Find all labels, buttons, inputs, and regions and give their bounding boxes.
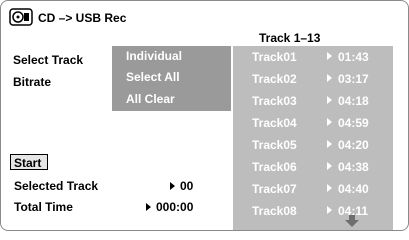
play-triangle-icon [327, 140, 332, 148]
cd-usb-icon [9, 8, 33, 26]
track-name: Track07 [252, 182, 297, 196]
track-name: Track01 [252, 50, 297, 64]
start-button[interactable]: Start [10, 154, 48, 170]
track-row[interactable]: Track08 04:11 [233, 200, 393, 222]
track-row[interactable]: Track06 04:38 [233, 156, 393, 178]
select-track-submenu: Individual Select All All Clear [112, 46, 231, 111]
scroll-down-arrow-icon[interactable] [345, 215, 359, 227]
track-row[interactable]: Track05 04:20 [233, 134, 393, 156]
menu-item-select-track[interactable]: Select Track [10, 49, 110, 71]
play-triangle-icon [327, 118, 332, 126]
track-time: 03:17 [338, 72, 369, 86]
track-name: Track03 [252, 94, 297, 108]
play-triangle-icon [327, 96, 332, 104]
play-triangle-icon [170, 182, 175, 190]
selected-track-value: 00 [180, 179, 194, 193]
track-time: 04:59 [338, 116, 369, 130]
play-triangle-icon [327, 52, 332, 60]
play-triangle-icon [146, 203, 151, 211]
play-triangle-icon [327, 184, 332, 192]
submenu-item-select-all[interactable]: Select All [126, 70, 180, 84]
submenu-item-all-clear[interactable]: All Clear [126, 92, 175, 106]
selected-track-label: Selected Track [14, 179, 99, 193]
track-list: Track01 01:43 Track02 03:17 Track03 04:1… [233, 46, 393, 230]
menu-item-bitrate[interactable]: Bitrate [13, 75, 51, 89]
track-name: Track08 [252, 204, 297, 218]
track-row[interactable]: Track04 04:59 [233, 112, 393, 134]
track-time: 04:18 [338, 94, 369, 108]
track-time: 01:43 [338, 50, 369, 64]
track-name: Track02 [252, 72, 297, 86]
track-range-label: Track 1–13 [259, 31, 321, 45]
track-name: Track05 [252, 138, 297, 152]
play-triangle-icon [327, 74, 332, 82]
play-triangle-icon [327, 206, 332, 214]
track-row[interactable]: Track01 01:43 [233, 46, 393, 68]
play-triangle-icon [327, 162, 332, 170]
page-title: CD –> USB Rec [38, 11, 127, 25]
track-row[interactable]: Track03 04:18 [233, 90, 393, 112]
total-time-value: 000:00 [156, 200, 194, 214]
track-time: 04:38 [338, 160, 369, 174]
track-time: 04:40 [338, 182, 369, 196]
track-row[interactable]: Track07 04:40 [233, 178, 393, 200]
submenu-item-individual[interactable]: Individual [126, 49, 182, 63]
track-time: 04:20 [338, 138, 369, 152]
header: CD –> USB Rec [1, 1, 408, 31]
track-row[interactable]: Track02 03:17 [233, 68, 393, 90]
track-name: Track04 [252, 116, 297, 130]
cd-to-usb-rec-panel: CD –> USB Rec Track 1–13 Select Track Bi… [0, 0, 409, 231]
total-time-label: Total Time [14, 200, 73, 214]
track-name: Track06 [252, 160, 297, 174]
